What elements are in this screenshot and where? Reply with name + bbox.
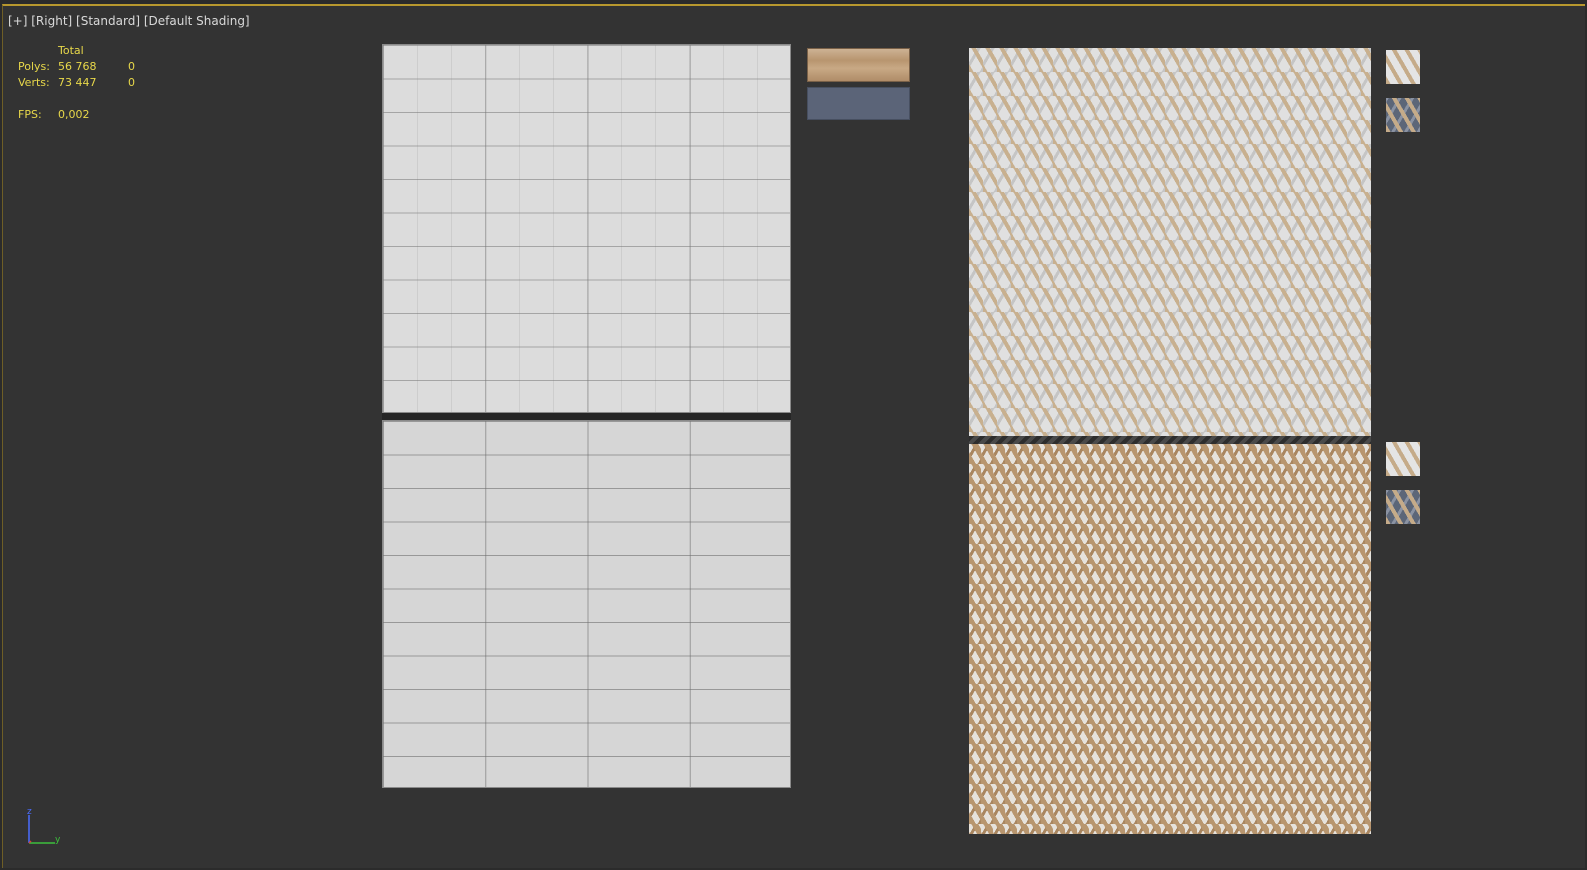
chevron-panel-divider[interactable] — [969, 436, 1371, 444]
tile-panel-plain[interactable] — [382, 420, 791, 788]
stats-total-header: Total — [58, 44, 84, 57]
viewport-label[interactable]: [+] [Right] [Standard] [Default Shading] — [8, 14, 250, 28]
chevron-panel-light[interactable] — [969, 48, 1371, 440]
stats-verts-selected: 0 — [128, 76, 135, 89]
viewport-menu-plus[interactable]: [+] — [8, 14, 27, 28]
tile-panel-patterned[interactable] — [382, 44, 791, 413]
viewport-shading-menu[interactable]: [Default Shading] — [144, 14, 250, 28]
viewport-right[interactable]: [+] [Right] [Standard] [Default Shading]… — [2, 4, 1585, 868]
chevron-sample-blue-2[interactable] — [1386, 490, 1420, 524]
axis-tripod-icon: z y — [25, 807, 65, 849]
chevron-sample-blue-1[interactable] — [1386, 98, 1420, 132]
chevron-sample-light-2[interactable] — [1386, 442, 1420, 476]
tile-panel-edge[interactable] — [382, 413, 791, 420]
stats-verts-label: Verts: — [18, 76, 50, 89]
stats-polys-label: Polys: — [18, 60, 50, 73]
stats-polys-total: 56 768 — [58, 60, 97, 73]
chevron-sample-light-1[interactable] — [1386, 50, 1420, 84]
axis-y-label: y — [55, 835, 61, 845]
blue-material-swatch[interactable] — [807, 87, 910, 120]
axis-z-label: z — [27, 807, 32, 817]
stats-fps-value: 0,002 — [58, 108, 90, 121]
wood-material-swatch[interactable] — [807, 48, 910, 82]
stats-fps-label: FPS: — [18, 108, 42, 121]
viewport-standard-menu[interactable]: [Standard] — [76, 14, 140, 28]
chevron-panel-wood[interactable] — [969, 444, 1371, 834]
stats-verts-total: 73 447 — [58, 76, 97, 89]
viewport-view-menu[interactable]: [Right] — [31, 14, 72, 28]
stats-polys-selected: 0 — [128, 60, 135, 73]
